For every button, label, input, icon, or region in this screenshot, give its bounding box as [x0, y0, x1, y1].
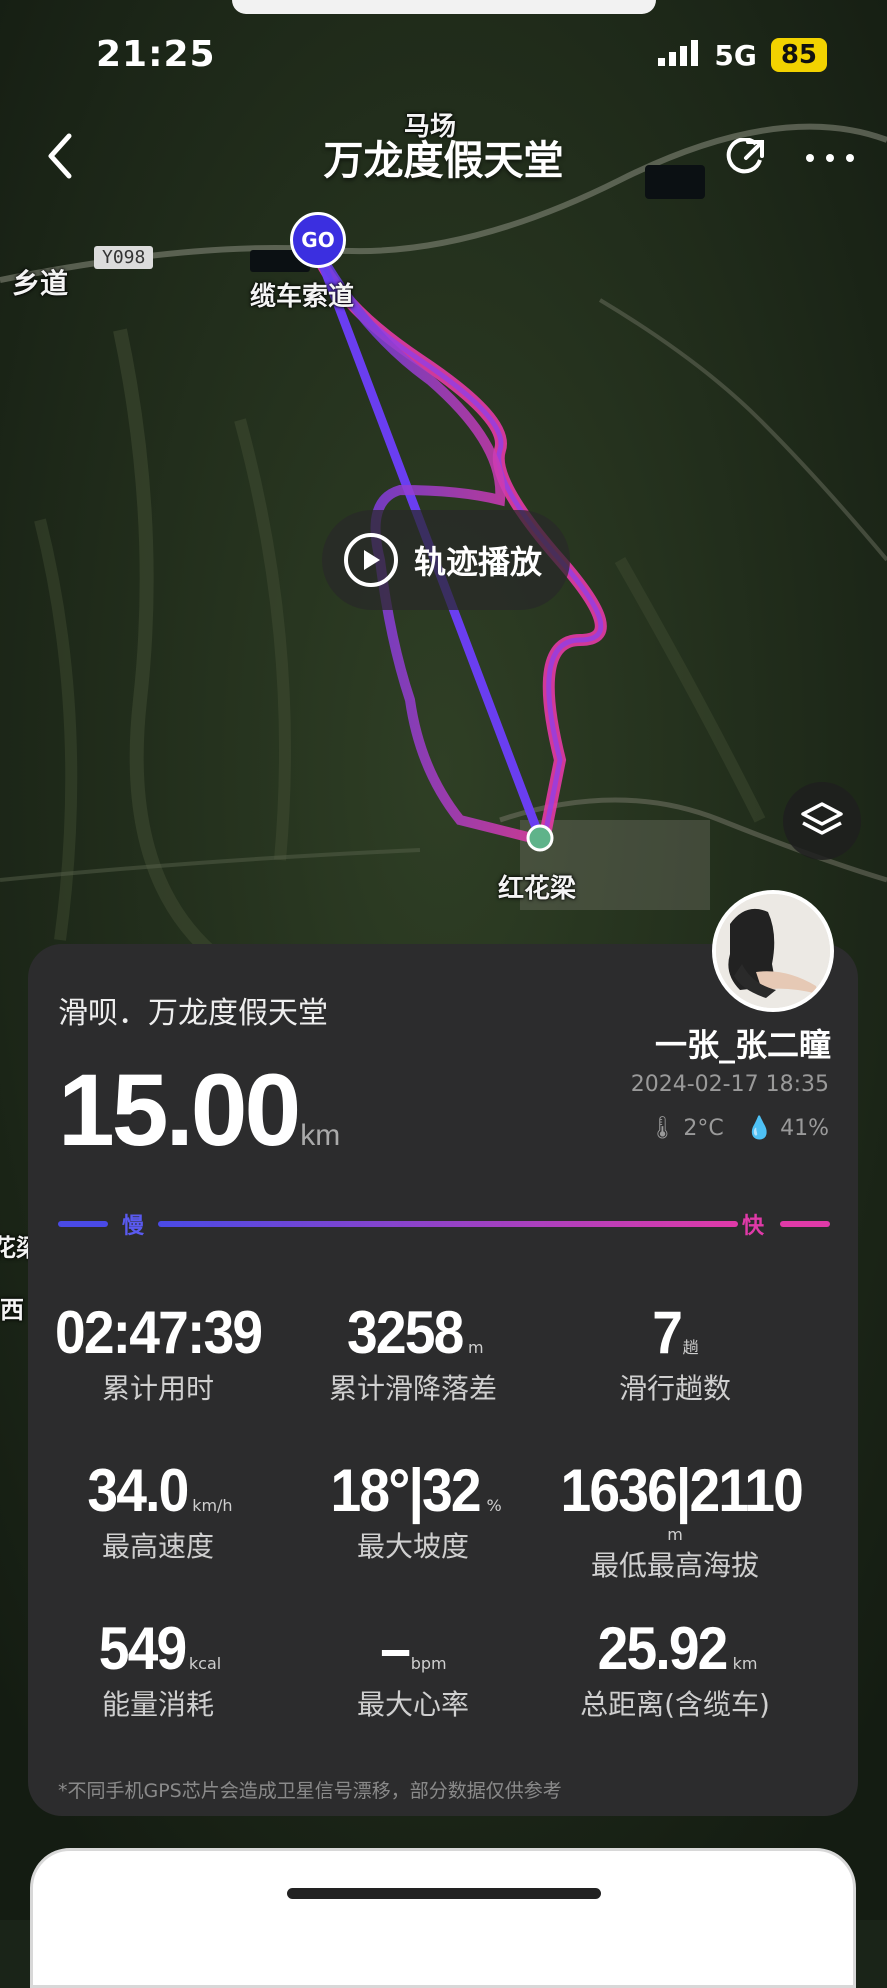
distance-value: 15.00km [58, 1053, 341, 1167]
road-code-tag: Y098 [94, 246, 154, 269]
signal-icon [658, 40, 700, 70]
battery-level: 85 [770, 38, 827, 72]
network-label: 5G [714, 38, 757, 72]
speed-gradient-bar [58, 1221, 830, 1227]
track-playback-label: 轨迹播放 [414, 543, 543, 581]
stat-max-speed: 34.0 km/h 最高速度 [87, 1457, 233, 1563]
map-label-ranch: 马场 [404, 112, 457, 142]
share-icon[interactable] [722, 134, 770, 182]
home-indicator[interactable] [287, 1888, 601, 1899]
stat-total-distance: 25.92 km 总距离(含缆车) [580, 1615, 770, 1721]
stat-total-time: 02:47:39 累计用时 [54, 1299, 263, 1405]
map-label-cable-station: 缆车索道 [250, 282, 355, 312]
droplet-icon: 💧 [745, 1116, 774, 1141]
track-playback-button[interactable]: 轨迹播放 [322, 510, 570, 610]
more-icon[interactable] [800, 134, 860, 182]
map-label-edge-2: 西 [0, 1296, 24, 1324]
bottom-sheet[interactable] [30, 1848, 856, 1988]
speed-slow-label: 慢 [122, 1214, 145, 1239]
weather-info: 🌡 2°C 💧 41% [648, 1116, 829, 1141]
dynamic-island [232, 0, 656, 14]
gps-disclaimer: *不同手机GPS芯片会造成卫星信号漂移，部分数据仅供参考 [58, 1780, 562, 1802]
stat-vertical-drop: 3258 m 累计滑降落差 [328, 1299, 497, 1405]
username: 一张_张二瞳 [654, 1026, 831, 1064]
start-marker[interactable]: GO [290, 212, 346, 268]
status-time: 21:25 [96, 34, 216, 75]
stat-run-count: 7趟 滑行趟数 [618, 1299, 731, 1405]
stat-max-slope: 18°|32% 最大坡度 [330, 1457, 502, 1563]
stat-calories: 549 kcal 能量消耗 [98, 1615, 222, 1721]
speed-fast-label: 快 [742, 1214, 765, 1239]
humidity: 💧 41% [745, 1116, 829, 1141]
map-label-end-point: 红花梁 [498, 874, 577, 904]
map-layers-icon[interactable] [783, 782, 861, 860]
thermometer-icon: 🌡 [648, 1116, 677, 1141]
temperature: 🌡 2°C [648, 1116, 724, 1141]
avatar[interactable] [712, 890, 834, 1012]
play-icon [344, 533, 398, 587]
distance-unit: km [300, 1119, 341, 1152]
activity-datetime: 2024-02-17 18:35 [630, 1072, 829, 1097]
stat-max-heart-rate: –bpm 最大心率 [356, 1615, 469, 1721]
status-indicators: 5G 85 [658, 38, 827, 72]
map-label-village-road: 乡道 [12, 267, 69, 300]
card-title: 滑呗．万龙度假天堂 [58, 996, 328, 1031]
stat-altitude-range: 1636|2110m 最低最高海拔 [560, 1457, 803, 1582]
